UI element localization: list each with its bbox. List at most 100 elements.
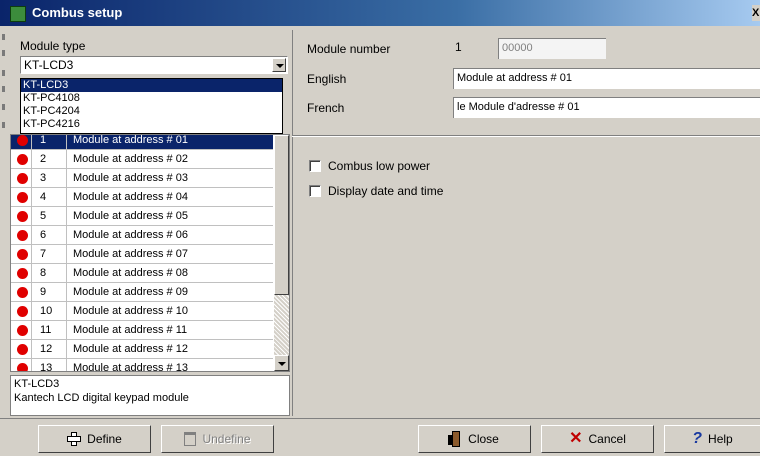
define-label: Define bbox=[87, 432, 122, 446]
undefine-label: Undefine bbox=[202, 432, 251, 446]
window-title: Combus setup bbox=[32, 5, 123, 20]
module-list[interactable]: 1 Module at address # 01 2 Module at addres… bbox=[10, 134, 290, 372]
module-row[interactable]: 12 Module at address # 12 bbox=[11, 340, 273, 359]
module-name: Module at address # 02 bbox=[73, 153, 188, 165]
module-row[interactable]: 9 Module at address # 09 bbox=[11, 283, 273, 302]
status-dot-icon bbox=[17, 268, 28, 279]
module-type-label: Module type bbox=[20, 39, 86, 53]
description-title: KT-LCD3 bbox=[14, 378, 60, 390]
close-button[interactable]: Close bbox=[418, 425, 531, 453]
status-dot-icon bbox=[17, 135, 28, 146]
module-number: 8 bbox=[31, 264, 67, 282]
module-row[interactable]: 7 Module at address # 07 bbox=[11, 245, 273, 264]
module-name: Module at address # 06 bbox=[73, 229, 188, 241]
close-label: Close bbox=[468, 432, 499, 446]
status-dot-icon bbox=[17, 230, 28, 241]
status-dot-icon bbox=[17, 249, 28, 260]
status-dot-icon bbox=[17, 325, 28, 336]
status-dot-icon bbox=[17, 211, 28, 222]
module-name: Module at address # 01 bbox=[73, 134, 188, 146]
module-name: Module at address # 04 bbox=[73, 191, 188, 203]
module-type-select[interactable]: KT-LCD3 bbox=[20, 56, 288, 74]
undefine-button[interactable]: Undefine bbox=[161, 425, 274, 453]
module-number: 6 bbox=[31, 226, 67, 244]
close-window-button[interactable]: X bbox=[752, 5, 760, 21]
module-name: Module at address # 08 bbox=[73, 267, 188, 279]
module-number: 2 bbox=[31, 150, 67, 168]
module-number-value: 1 bbox=[455, 40, 462, 54]
scroll-down-button[interactable] bbox=[274, 355, 289, 371]
door-icon bbox=[448, 431, 462, 447]
module-row[interactable]: 13 Module at address # 13 bbox=[11, 359, 273, 372]
module-number: 9 bbox=[31, 283, 67, 301]
trash-icon bbox=[184, 432, 197, 446]
module-type-value: KT-LCD3 bbox=[24, 58, 74, 72]
scrollbar-thumb[interactable] bbox=[274, 135, 289, 295]
module-name: Module at address # 03 bbox=[73, 172, 188, 184]
status-dot-icon bbox=[17, 192, 28, 203]
module-name: Module at address # 13 bbox=[73, 362, 188, 372]
list-scrollbar[interactable] bbox=[274, 135, 289, 371]
window-left-edge bbox=[0, 26, 8, 455]
module-name: Module at address # 10 bbox=[73, 305, 188, 317]
dropdown-option[interactable]: KT-PC4108 bbox=[21, 92, 282, 105]
display-date-time-label: Display date and time bbox=[328, 184, 444, 198]
module-row[interactable]: 1 Module at address # 01 bbox=[11, 134, 273, 150]
module-number: 3 bbox=[31, 169, 67, 187]
english-label: English bbox=[307, 72, 347, 86]
divider bbox=[292, 135, 760, 137]
module-number: 5 bbox=[31, 207, 67, 225]
status-dot-icon bbox=[17, 306, 28, 317]
module-number: 1 bbox=[31, 135, 67, 149]
status-dot-icon bbox=[17, 287, 28, 298]
plus-icon bbox=[67, 432, 82, 446]
title-bar: Combus setup X bbox=[0, 0, 760, 26]
dropdown-option[interactable]: KT-LCD3 bbox=[21, 79, 282, 92]
module-name: Module at address # 11 bbox=[73, 324, 188, 336]
module-row[interactable]: 11 Module at address # 11 bbox=[11, 321, 273, 340]
module-type-dropdown[interactable]: KT-LCD3 KT-PC4108 KT-PC4204 KT-PC4216 bbox=[20, 78, 283, 134]
module-name: Module at address # 05 bbox=[73, 210, 188, 222]
cancel-button[interactable]: ✕ Cancel bbox=[541, 425, 654, 453]
french-label: French bbox=[307, 101, 345, 115]
status-dot-icon bbox=[17, 154, 28, 165]
module-number: 7 bbox=[31, 245, 67, 263]
module-serial-field[interactable]: 00000 bbox=[498, 38, 606, 59]
help-button[interactable]: ? Help bbox=[664, 425, 760, 453]
status-dot-icon bbox=[17, 173, 28, 184]
dropdown-option[interactable]: KT-PC4216 bbox=[21, 118, 282, 131]
module-row[interactable]: 3 Module at address # 03 bbox=[11, 169, 273, 188]
status-dot-icon bbox=[17, 363, 28, 371]
module-row[interactable]: 8 Module at address # 08 bbox=[11, 264, 273, 283]
chevron-down-icon[interactable] bbox=[272, 58, 286, 72]
module-number: 11 bbox=[31, 321, 67, 339]
status-dot-icon bbox=[17, 344, 28, 355]
module-row[interactable]: 6 Module at address # 06 bbox=[11, 226, 273, 245]
module-row[interactable]: 4 Module at address # 04 bbox=[11, 188, 273, 207]
module-number: 12 bbox=[31, 340, 67, 358]
english-name-field[interactable]: Module at address # 01 bbox=[453, 68, 760, 89]
display-date-time-checkbox[interactable] bbox=[309, 185, 321, 197]
module-name: Module at address # 07 bbox=[73, 248, 188, 260]
dropdown-option[interactable]: KT-PC4204 bbox=[21, 105, 282, 118]
module-number: 10 bbox=[31, 302, 67, 320]
app-icon bbox=[10, 6, 26, 22]
combus-low-power-label: Combus low power bbox=[328, 159, 431, 173]
module-number: 13 bbox=[31, 359, 67, 371]
combus-low-power-checkbox[interactable] bbox=[309, 160, 321, 172]
module-number-label: Module number bbox=[307, 42, 391, 56]
define-button[interactable]: Define bbox=[38, 425, 151, 453]
question-icon: ? bbox=[692, 430, 703, 447]
module-name: Module at address # 09 bbox=[73, 286, 188, 298]
x-icon: ✕ bbox=[569, 430, 583, 447]
module-number: 4 bbox=[31, 188, 67, 206]
module-description: KT-LCD3 Kantech LCD digital keypad modul… bbox=[10, 375, 290, 416]
description-text: Kantech LCD digital keypad module bbox=[14, 392, 189, 404]
module-row[interactable]: 10 Module at address # 10 bbox=[11, 302, 273, 321]
french-name-field[interactable]: le Module d'adresse # 01 bbox=[453, 97, 760, 118]
cancel-label: Cancel bbox=[588, 432, 626, 446]
help-label: Help bbox=[708, 432, 733, 446]
module-row[interactable]: 5 Module at address # 05 bbox=[11, 207, 273, 226]
module-name: Module at address # 12 bbox=[73, 343, 188, 355]
module-row[interactable]: 2 Module at address # 02 bbox=[11, 150, 273, 169]
